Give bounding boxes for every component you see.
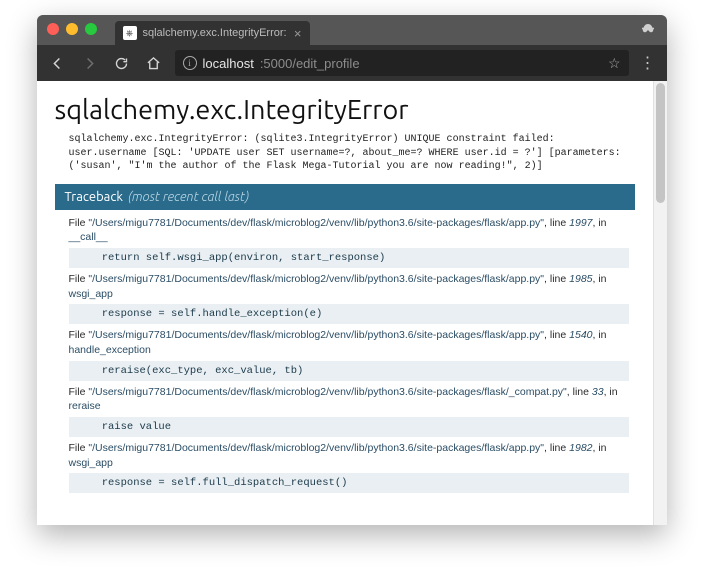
traceback-frame[interactable]: File "/Users/migu7781/Documents/dev/flas… (69, 272, 635, 324)
url-path: :5000/edit_profile (260, 56, 360, 71)
page-content: sqlalchemy.exc.IntegrityError sqlalchemy… (37, 81, 653, 525)
traceback-frame[interactable]: File "/Users/migu7781/Documents/dev/flas… (69, 328, 635, 380)
incognito-icon (639, 21, 657, 39)
site-info-icon[interactable]: i (183, 56, 197, 70)
favicon-icon: ⎈ (123, 26, 137, 40)
traceback-label: Traceback (65, 190, 123, 204)
frame-location: File "/Users/migu7781/Documents/dev/flas… (69, 216, 629, 245)
page-title: sqlalchemy.exc.IntegrityError (55, 95, 635, 125)
browser-menu-button[interactable]: ⋮ (635, 53, 661, 73)
scrollbar-thumb[interactable] (656, 83, 665, 203)
browser-toolbar: i localhost :5000/edit_profile ☆ ⋮ (37, 45, 667, 81)
frame-location: File "/Users/migu7781/Documents/dev/flas… (69, 441, 629, 470)
page-viewport: sqlalchemy.exc.IntegrityError sqlalchemy… (37, 81, 667, 525)
traceback-frames: File "/Users/migu7781/Documents/dev/flas… (55, 210, 635, 494)
traceback-frame[interactable]: File "/Users/migu7781/Documents/dev/flas… (69, 385, 635, 437)
frame-code: reraise(exc_type, exc_value, tb) (69, 361, 629, 381)
reload-button[interactable] (107, 49, 137, 77)
close-window-button[interactable] (47, 23, 59, 35)
frame-code: return self.wsgi_app(environ, start_resp… (69, 248, 629, 268)
frame-code: raise value (69, 417, 629, 437)
forward-button[interactable] (75, 49, 105, 77)
tab-bar: ⎈ sqlalchemy.exc.IntegrityError: × (37, 15, 667, 45)
error-message: sqlalchemy.exc.IntegrityError: (sqlite3.… (55, 133, 635, 174)
traceback-header[interactable]: Traceback (most recent call last) (55, 184, 635, 210)
window-controls (47, 23, 97, 35)
tab-title: sqlalchemy.exc.IntegrityError: (143, 27, 288, 39)
maximize-window-button[interactable] (85, 23, 97, 35)
close-tab-icon[interactable]: × (294, 26, 302, 41)
home-button[interactable] (139, 49, 169, 77)
traceback-frame[interactable]: File "/Users/migu7781/Documents/dev/flas… (69, 441, 635, 493)
traceback-sublabel: (most recent call last) (128, 190, 249, 204)
frame-location: File "/Users/migu7781/Documents/dev/flas… (69, 328, 629, 357)
frame-location: File "/Users/migu7781/Documents/dev/flas… (69, 272, 629, 301)
url-host: localhost (203, 56, 254, 71)
address-bar[interactable]: i localhost :5000/edit_profile ☆ (175, 50, 629, 76)
traceback-frame[interactable]: File "/Users/migu7781/Documents/dev/flas… (69, 216, 635, 268)
vertical-scrollbar[interactable] (653, 81, 667, 525)
frame-location: File "/Users/migu7781/Documents/dev/flas… (69, 385, 629, 414)
browser-window: ⎈ sqlalchemy.exc.IntegrityError: × i loc… (37, 15, 667, 525)
frame-code: response = self.handle_exception(e) (69, 304, 629, 324)
browser-tab[interactable]: ⎈ sqlalchemy.exc.IntegrityError: × (115, 21, 310, 45)
bookmark-star-icon[interactable]: ☆ (608, 55, 621, 72)
minimize-window-button[interactable] (66, 23, 78, 35)
back-button[interactable] (43, 49, 73, 77)
frame-code: response = self.full_dispatch_request() (69, 473, 629, 493)
